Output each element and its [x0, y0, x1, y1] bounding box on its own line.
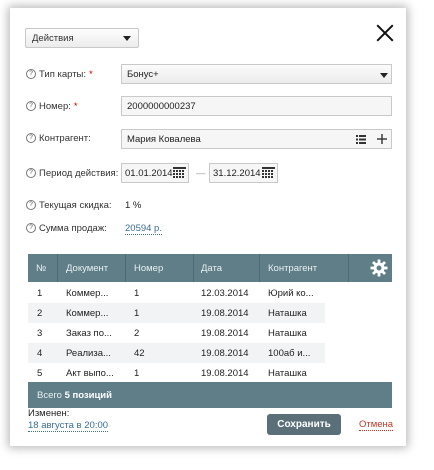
counterparty-field[interactable]: Мария Ковалева: [121, 129, 392, 149]
plus-icon[interactable]: [377, 134, 387, 144]
help-icon[interactable]: ?: [26, 69, 36, 79]
cell-number: 2: [37, 308, 43, 319]
cell-document: Заказ по...: [66, 328, 112, 339]
help-icon[interactable]: ?: [26, 200, 36, 210]
help-icon[interactable]: ?: [26, 133, 36, 143]
cell-number: 1: [37, 288, 43, 299]
cell-document: Акт выпо...: [66, 368, 114, 379]
list-icon[interactable]: [356, 135, 366, 144]
table-row[interactable]: 4 Реализа... 42 19.08.2014 100аб и...: [28, 343, 325, 363]
actions-dropdown[interactable]: Действия: [25, 28, 139, 48]
cell-doc-number: 1: [134, 288, 140, 299]
help-icon[interactable]: ?: [26, 223, 36, 233]
sales-total-link[interactable]: 20594 р.: [125, 223, 162, 235]
cell-document: Реализа...: [66, 348, 111, 359]
card-type-select[interactable]: Бонус+: [121, 64, 392, 84]
cell-counterparty: Наташка: [268, 328, 307, 339]
card-type-label: Тип карты: *: [39, 69, 93, 80]
cell-doc-number: 42: [134, 348, 145, 359]
discount-value: 1 %: [125, 200, 142, 211]
close-icon[interactable]: [376, 24, 394, 42]
chevron-down-icon: [123, 36, 131, 41]
cell-date: 19.08.2014: [201, 368, 249, 379]
table-row[interactable]: 2 Коммер... 1 19.08.2014 Наташка: [28, 303, 325, 323]
summary-text: Всего 5 позиций: [37, 390, 112, 401]
period-from-value: 01.01.2014: [125, 168, 173, 179]
counterparty-label: Контрагент:: [39, 133, 91, 144]
cell-date: 12.03.2014: [201, 288, 249, 299]
actions-label: Действия: [32, 33, 74, 44]
cell-number: 5: [37, 368, 43, 379]
card-type-value: Бонус+: [127, 69, 159, 80]
cell-date: 19.08.2014: [201, 308, 249, 319]
sales-total-label: Сумма продаж:: [39, 223, 107, 234]
cell-number: 4: [37, 348, 43, 359]
card-dialog: Действия ? Тип карты: * Бонус+ ? Номер: * …: [10, 8, 406, 446]
help-icon[interactable]: ?: [26, 168, 36, 178]
table-summary-bar: Всего 5 позиций: [28, 382, 392, 408]
cell-counterparty: 100аб и...: [268, 348, 311, 359]
table-row[interactable]: 1 Коммер... 1 12.03.2014 Юрий ко...: [28, 283, 325, 303]
cell-date: 19.08.2014: [201, 348, 249, 359]
cell-date: 19.08.2014: [201, 328, 249, 339]
cancel-link[interactable]: Отмена: [359, 419, 394, 431]
calendar-icon[interactable]: [262, 167, 275, 179]
column-header-doc-number[interactable]: Номер: [134, 263, 163, 274]
column-header-document[interactable]: Документ: [66, 263, 108, 274]
period-to-value: 31.12.2014: [213, 168, 261, 179]
period-separator: —: [196, 168, 206, 179]
cell-document: Коммер...: [66, 288, 109, 299]
cell-doc-number: 1: [134, 308, 140, 319]
calendar-icon[interactable]: [173, 167, 186, 179]
cell-number: 3: [37, 328, 43, 339]
number-field[interactable]: 2000000000237: [121, 96, 392, 116]
number-value: 2000000000237: [127, 101, 196, 112]
changed-date-link[interactable]: 18 августа в 20:00: [28, 420, 109, 432]
cell-counterparty: Наташка: [268, 368, 307, 379]
table-row[interactable]: 5 Акт выпо... 1 19.08.2014 Наташка: [28, 363, 325, 383]
column-header-date[interactable]: Дата: [201, 263, 222, 274]
cell-counterparty: Наташка: [268, 308, 307, 319]
discount-label: Текущая скидка:: [39, 200, 112, 211]
counterparty-value: Мария Ковалева: [127, 134, 201, 145]
number-label: Номер: *: [39, 101, 78, 112]
cell-counterparty: Юрий ко...: [268, 288, 314, 299]
column-header-counterparty[interactable]: Контрагент: [268, 263, 317, 274]
gear-icon[interactable]: [370, 259, 388, 277]
changed-label: Изменен:: [28, 408, 70, 419]
cell-doc-number: 2: [134, 328, 140, 339]
period-label: Период действия:: [39, 168, 119, 179]
chevron-down-icon: [380, 73, 388, 78]
table-header: № Документ Номер Дата Контрагент: [28, 254, 392, 282]
column-header-number[interactable]: №: [36, 263, 46, 274]
help-icon[interactable]: ?: [26, 101, 36, 111]
table-row[interactable]: 3 Заказ по... 2 19.08.2014 Наташка: [28, 323, 325, 343]
save-button[interactable]: Сохранить: [267, 414, 341, 435]
cell-doc-number: 1: [134, 368, 140, 379]
cell-document: Коммер...: [66, 308, 109, 319]
